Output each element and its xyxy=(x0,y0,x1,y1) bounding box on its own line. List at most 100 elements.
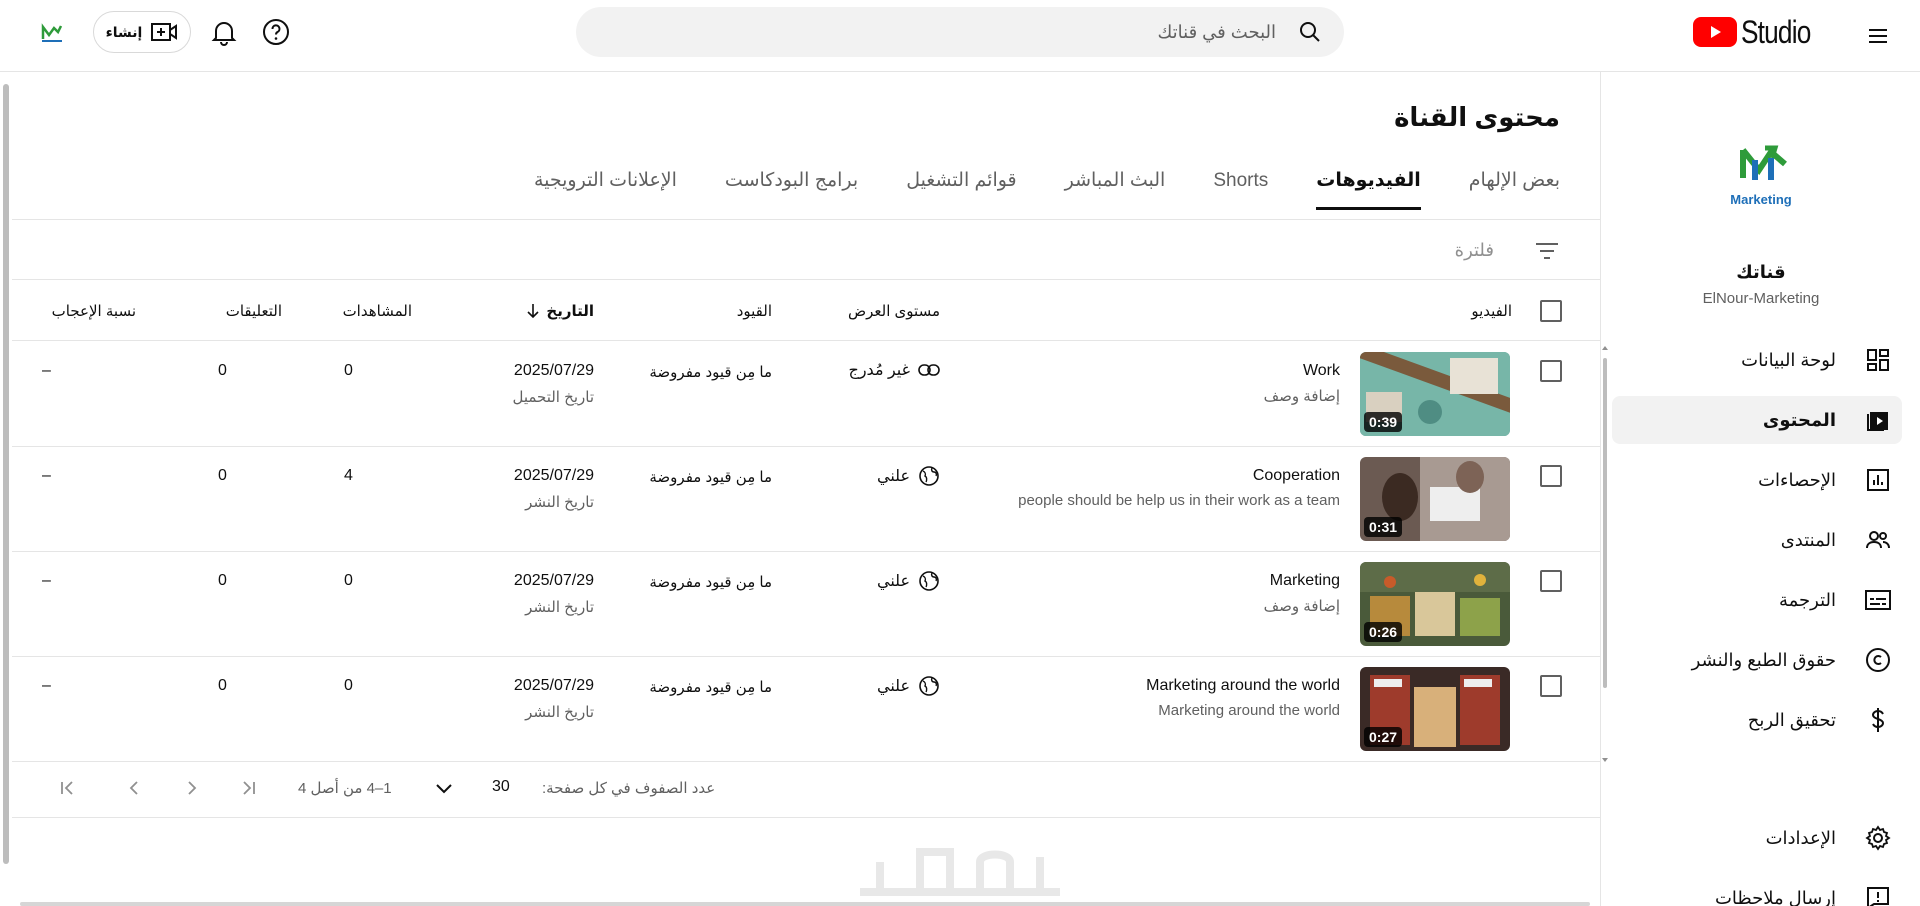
visibility-cell[interactable]: علني xyxy=(877,570,940,592)
column-header-views[interactable]: المشاهدات xyxy=(343,302,412,320)
tab-playlists[interactable]: قوائم التشغيل xyxy=(882,162,1040,210)
restrictions-cell: ما مِن قيود مفروضة xyxy=(649,679,772,696)
visibility-label: علني xyxy=(876,573,910,590)
views-cell: 0 xyxy=(344,677,353,694)
table-row[interactable]: 0:31 Cooperation people should be help u… xyxy=(12,447,1600,552)
visibility-cell[interactable]: علني xyxy=(877,465,940,487)
create-button[interactable]: إنشاء xyxy=(93,11,191,53)
sort-arrow-down-icon xyxy=(527,304,539,319)
community-icon xyxy=(1864,526,1892,554)
chevron-down-icon[interactable] xyxy=(432,776,456,800)
filter-input[interactable]: فلترة xyxy=(1455,240,1494,261)
column-header-visibility[interactable]: مستوى العرض xyxy=(848,302,940,320)
video-description[interactable]: people should be help us in their work a… xyxy=(1018,492,1340,509)
channel-logo[interactable]: Marketing xyxy=(1725,142,1797,212)
studio-logo[interactable]: Studio xyxy=(1693,14,1826,50)
video-description[interactable]: إضافة وصف xyxy=(1264,387,1340,405)
table-header: الفيديو مستوى العرض القيود التاريخ المشا… xyxy=(12,281,1600,341)
sidebar-item-feedback[interactable]: إرسال ملاحظات xyxy=(1612,874,1902,906)
video-description[interactable]: إضافة وصف xyxy=(1264,597,1340,615)
column-header-date[interactable]: التاريخ xyxy=(526,302,594,320)
horizontal-scrollbar[interactable] xyxy=(20,902,1590,906)
likes-cell: – xyxy=(42,467,51,484)
tab-live[interactable]: البث المباشر xyxy=(1041,162,1190,210)
comments-cell: 0 xyxy=(218,467,227,484)
sidebar-item-dashboard[interactable]: لوحة البيانات xyxy=(1612,336,1902,384)
row-checkbox[interactable] xyxy=(1540,570,1562,592)
search-icon[interactable] xyxy=(1298,20,1322,44)
search-input[interactable] xyxy=(636,7,1276,57)
date-type: تاريخ النشر xyxy=(525,599,594,616)
filter-icon[interactable] xyxy=(1534,238,1560,264)
menu-icon[interactable] xyxy=(1860,18,1896,54)
table-row[interactable]: 0:27 Marketing around the world Marketin… xyxy=(12,657,1600,762)
table-row[interactable]: 0:39 Work إضافة وصف غير مُدرج ما مِن قيو… xyxy=(12,342,1600,447)
table-row[interactable]: 0:26 Marketing إضافة وصف علني ما مِن قيو… xyxy=(12,552,1600,657)
create-label: إنشاء xyxy=(105,23,143,40)
column-header-comments[interactable]: التعليقات xyxy=(226,302,282,320)
filter-bar[interactable]: فلترة xyxy=(12,220,1600,280)
video-thumbnail[interactable]: 0:39 xyxy=(1360,352,1510,436)
page-scrollbar[interactable] xyxy=(3,84,9,864)
search-bar[interactable] xyxy=(576,7,1344,57)
visibility-cell[interactable]: علني xyxy=(877,675,940,697)
date-cell: 2025/07/29 xyxy=(513,362,594,379)
rows-per-page-label: عدد الصفوف في كل صفحة: xyxy=(542,780,716,797)
previous-page-icon[interactable] xyxy=(122,776,146,800)
tab-videos[interactable]: الفيديوهات xyxy=(1292,162,1445,210)
studio-logo-text: Studio xyxy=(1741,13,1811,50)
tab-inspiration[interactable]: بعض الإلهام xyxy=(1445,162,1560,210)
video-title[interactable]: Work xyxy=(1303,362,1340,380)
tab-shorts[interactable]: Shorts xyxy=(1189,162,1292,210)
help-icon[interactable] xyxy=(260,16,292,48)
video-duration: 0:27 xyxy=(1364,727,1403,747)
sidebar-item-subtitles[interactable]: الترجمة xyxy=(1612,576,1902,624)
avatar[interactable] xyxy=(38,18,66,46)
sidebar-item-content[interactable]: المحتوى xyxy=(1612,396,1902,444)
column-header-restrictions[interactable]: القيود xyxy=(737,302,772,320)
visibility-cell[interactable]: غير مُدرج xyxy=(849,360,941,380)
sidebar-item-community[interactable]: المنتدى xyxy=(1612,516,1902,564)
tab-promotions[interactable]: الإعلانات الترويجية xyxy=(510,162,701,210)
tab-podcasts[interactable]: برامج البودكاست xyxy=(701,162,882,210)
globe-icon xyxy=(919,466,939,486)
sidebar-item-copyright[interactable]: حقوق الطبع والنشر xyxy=(1612,636,1902,684)
date-type: تاريخ النشر xyxy=(525,494,594,511)
bell-icon[interactable] xyxy=(208,16,240,48)
views-cell: 0 xyxy=(344,362,353,379)
first-page-icon[interactable] xyxy=(56,776,80,800)
sidebar-scrollbar[interactable] xyxy=(1601,344,1609,764)
top-bar: Studio إنشاء xyxy=(0,0,1920,72)
video-title[interactable]: Cooperation xyxy=(1253,467,1340,485)
select-all-checkbox[interactable] xyxy=(1540,300,1562,322)
video-thumbnail[interactable]: 0:27 xyxy=(1360,667,1510,751)
link-icon xyxy=(918,364,940,376)
likes-cell: – xyxy=(42,572,51,589)
column-header-likes[interactable]: نسبة الإعجاب xyxy=(52,302,136,320)
rows-per-page-value[interactable]: 30 xyxy=(492,778,510,796)
likes-cell: – xyxy=(42,677,51,694)
next-page-icon[interactable] xyxy=(180,776,204,800)
last-page-icon[interactable] xyxy=(236,776,260,800)
date-type: تاريخ التحميل xyxy=(512,389,594,406)
copyright-icon xyxy=(1864,646,1892,674)
video-thumbnail[interactable]: 0:26 xyxy=(1360,562,1510,646)
sidebar-item-settings[interactable]: الإعدادات xyxy=(1612,814,1902,862)
video-thumbnail[interactable]: 0:31 xyxy=(1360,457,1510,541)
sidebar-item-analytics[interactable]: الإحصاءات xyxy=(1612,456,1902,504)
row-checkbox[interactable] xyxy=(1540,465,1562,487)
video-description[interactable]: Marketing around the world xyxy=(1158,702,1340,719)
content-icon xyxy=(1864,406,1892,434)
video-title[interactable]: Marketing xyxy=(1270,572,1340,590)
row-checkbox[interactable] xyxy=(1540,675,1562,697)
sidebar-item-monetization[interactable]: تحقيق الربح xyxy=(1612,696,1902,744)
column-header-date-label: التاريخ xyxy=(546,303,594,320)
date-cell: 2025/07/29 xyxy=(513,467,594,484)
sidebar-item-label: تحقيق الربح xyxy=(1747,709,1836,730)
channel-handle: ElNour-Marketing xyxy=(1702,290,1820,307)
sidebar-item-label: حقوق الطبع والنشر xyxy=(1691,649,1836,670)
row-checkbox[interactable] xyxy=(1540,360,1562,382)
video-title[interactable]: Marketing around the world xyxy=(1146,677,1340,695)
subtitles-icon xyxy=(1864,586,1892,614)
date-type: تاريخ النشر xyxy=(525,704,594,721)
